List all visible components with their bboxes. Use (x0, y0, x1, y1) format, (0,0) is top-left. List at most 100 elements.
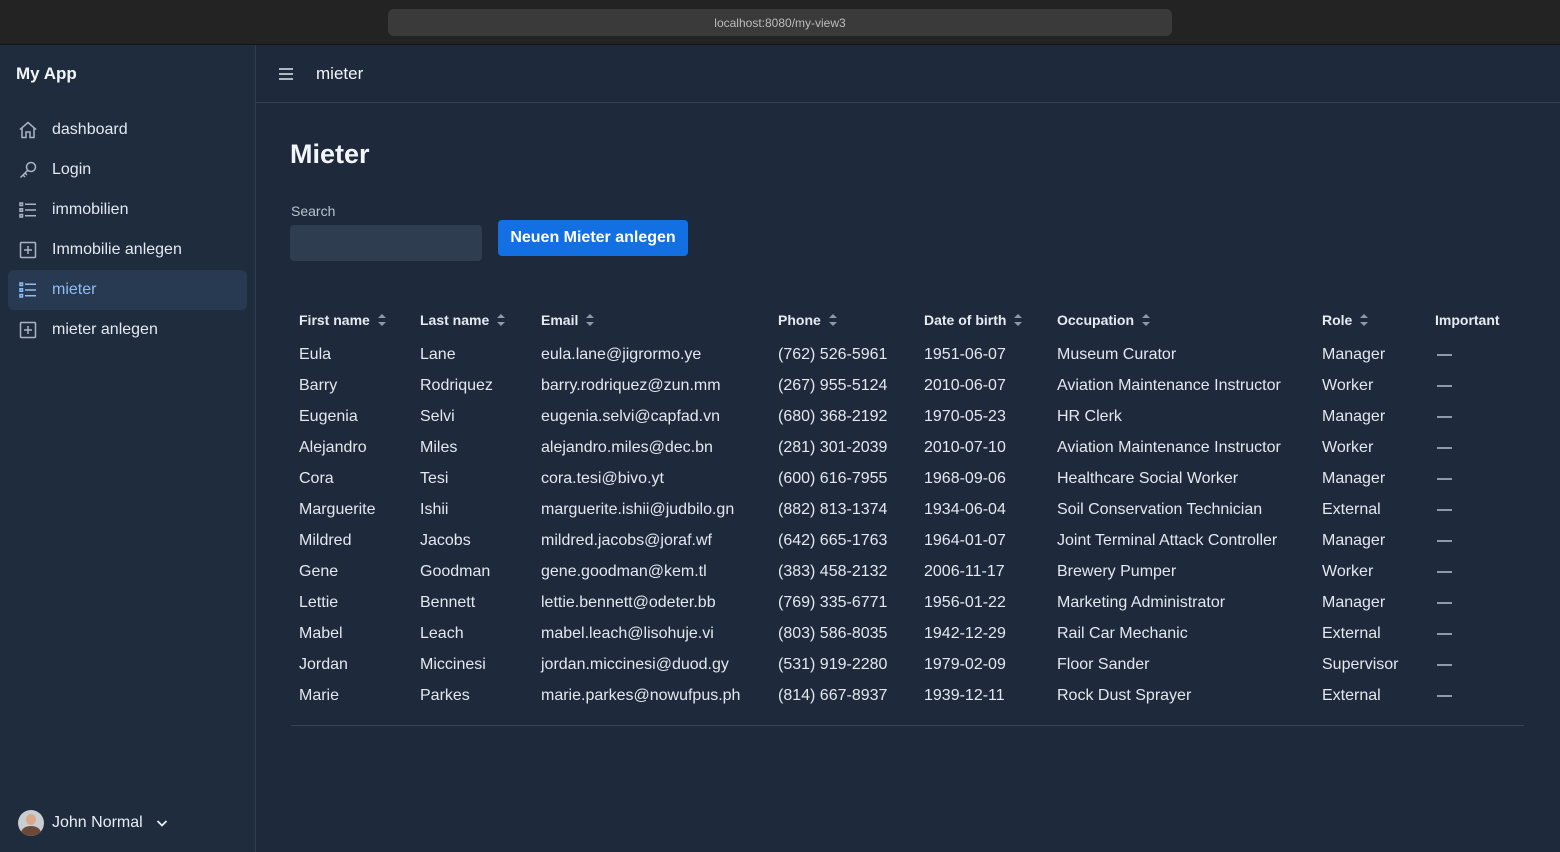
cell-role: Manager (1322, 470, 1386, 487)
cell-first-name: Barry (299, 377, 338, 394)
sidebar-item-mieter-anlegen[interactable]: mieter anlegen (8, 310, 247, 350)
table-row[interactable]: Jordan Miccinesi jordan.miccinesi@duod.gy (… (291, 649, 1524, 680)
table-row[interactable]: Cora Tesi cora.tesi@bivo.yt (600) 616-7955 1… (291, 463, 1524, 494)
sidebar-item-mieter[interactable]: mieter (8, 270, 247, 310)
column-header-role[interactable]: Role (1322, 312, 1368, 328)
browser-toolbar: localhost:8080/my-view3 (0, 0, 1560, 45)
cell-last-name: Miles (420, 439, 458, 456)
table-row[interactable]: Marguerite Ishii marguerite.ishii@judbilo.… (291, 494, 1524, 525)
sort-icon[interactable] (829, 314, 837, 326)
cell-date-of-birth: 1970-05-23 (924, 408, 1006, 425)
cell-occupation: Aviation Maintenance Instructor (1057, 439, 1281, 456)
sidebar-item-immobilie-anlegen[interactable]: Immobilie anlegen (8, 230, 247, 270)
chevron-down-icon (155, 816, 169, 830)
important-empty-indicator (1437, 602, 1452, 604)
cell-phone: (769) 335-6771 (778, 594, 888, 611)
table-row[interactable]: Barry Rodriquez barry.rodriquez@zun.mm (267… (291, 370, 1524, 401)
cell-phone: (267) 955-5124 (778, 377, 888, 394)
grid-body: Eula Lane eula.lane@jigrormo.ye (762) 526-5… (291, 339, 1524, 711)
sort-icon[interactable] (378, 314, 386, 326)
user-menu[interactable]: John Normal (18, 810, 169, 836)
table-row[interactable]: Eula Lane eula.lane@jigrormo.ye (762) 526-5… (291, 339, 1524, 370)
table-row[interactable]: Marie Parkes marie.parkes@nowufpus.ph (814)… (291, 680, 1524, 711)
table-row[interactable]: Alejandro Miles alejandro.miles@dec.bn (281… (291, 432, 1524, 463)
column-header-last-name[interactable]: Last name (420, 312, 505, 328)
sidebar-item-dashboard[interactable]: dashboard (8, 110, 247, 150)
cell-phone: (281) 301-2039 (778, 439, 888, 456)
table-row[interactable]: Mildred Jacobs mildred.jacobs@joraf.wf (642… (291, 525, 1524, 556)
avatar (18, 810, 44, 836)
cell-date-of-birth: 2010-06-07 (924, 377, 1006, 394)
cell-date-of-birth: 1951-06-07 (924, 346, 1006, 363)
sort-icon[interactable] (1014, 314, 1022, 326)
address-bar[interactable]: localhost:8080/my-view3 (388, 9, 1172, 36)
cell-first-name: Eula (299, 346, 332, 363)
cell-email: mabel.leach@lisohuje.vi (541, 625, 714, 642)
cell-role: External (1322, 625, 1381, 642)
column-header-first-name[interactable]: First name (299, 312, 386, 328)
sidebar-item-label: mieter (52, 281, 97, 298)
table-row[interactable]: Lettie Bennett lettie.bennett@odeter.bb (76… (291, 587, 1524, 618)
cell-last-name: Ishii (420, 501, 449, 518)
mieter-grid: First name Last name Email Phone Date of bir… (291, 308, 1524, 726)
cell-last-name: Lane (420, 346, 456, 363)
key-icon (18, 160, 38, 180)
column-header-date-of-birth[interactable]: Date of birth (924, 312, 1022, 328)
sort-icon[interactable] (1360, 314, 1368, 326)
cell-email: eula.lane@jigrormo.ye (541, 346, 702, 363)
search-label: Search (291, 203, 336, 219)
sort-icon[interactable] (497, 314, 505, 326)
column-header-phone[interactable]: Phone (778, 312, 837, 328)
list-icon (18, 200, 38, 220)
column-header-label: Phone (778, 312, 821, 328)
plus-square-icon (18, 320, 38, 340)
cell-last-name: Goodman (420, 563, 491, 580)
cell-role: External (1322, 501, 1381, 518)
home-icon (18, 120, 38, 140)
important-empty-indicator (1437, 695, 1452, 697)
cell-role: Manager (1322, 532, 1386, 549)
cell-email: mildred.jacobs@joraf.wf (541, 532, 712, 549)
cell-email: barry.rodriquez@zun.mm (541, 377, 721, 394)
cell-phone: (600) 616-7955 (778, 470, 888, 487)
cell-last-name: Parkes (420, 687, 470, 704)
cell-occupation: Floor Sander (1057, 656, 1150, 673)
cell-email: marguerite.ishii@judbilo.gn (541, 501, 735, 518)
sort-icon[interactable] (586, 314, 594, 326)
sort-icon[interactable] (1142, 314, 1150, 326)
cell-email: cora.tesi@bivo.yt (541, 470, 664, 487)
cell-first-name: Marie (299, 687, 340, 704)
cell-phone: (642) 665-1763 (778, 532, 888, 549)
sidebar-item-immobilien[interactable]: immobilien (8, 190, 247, 230)
important-empty-indicator (1437, 447, 1452, 449)
cell-email: jordan.miccinesi@duod.gy (541, 656, 729, 673)
menu-toggle-icon[interactable] (277, 65, 295, 83)
search-input[interactable] (290, 225, 482, 261)
cell-phone: (882) 813-1374 (778, 501, 888, 518)
column-header-occupation[interactable]: Occupation (1057, 312, 1150, 328)
column-header-label: Date of birth (924, 312, 1007, 328)
cell-first-name: Mabel (299, 625, 343, 642)
important-empty-indicator (1437, 540, 1452, 542)
cell-role: External (1322, 687, 1381, 704)
grid-header: First name Last name Email Phone Date of bir… (291, 308, 1524, 333)
column-header-email[interactable]: Email (541, 312, 594, 328)
cell-last-name: Miccinesi (420, 656, 486, 673)
cell-phone: (680) 368-2192 (778, 408, 888, 425)
table-row[interactable]: Eugenia Selvi eugenia.selvi@capfad.vn (680)… (291, 401, 1524, 432)
user-name: John Normal (52, 814, 143, 831)
cell-role: Manager (1322, 346, 1386, 363)
important-empty-indicator (1437, 478, 1452, 480)
table-row[interactable]: Gene Goodman gene.goodman@kem.tl (383) 458-… (291, 556, 1524, 587)
column-header-important: Important (1435, 312, 1500, 328)
column-header-label: First name (299, 312, 370, 328)
sidebar-item-label: Login (52, 161, 92, 178)
cell-first-name: Eugenia (299, 408, 358, 425)
new-mieter-button[interactable]: Neuen Mieter anlegen (498, 220, 688, 256)
cell-role: Supervisor (1322, 656, 1399, 673)
table-row[interactable]: Mabel Leach mabel.leach@lisohuje.vi (803) 5… (291, 618, 1524, 649)
cell-first-name: Marguerite (299, 501, 376, 518)
cell-occupation: Joint Terminal Attack Controller (1057, 532, 1278, 549)
sidebar-item-login[interactable]: Login (8, 150, 247, 190)
cell-role: Worker (1322, 439, 1374, 456)
